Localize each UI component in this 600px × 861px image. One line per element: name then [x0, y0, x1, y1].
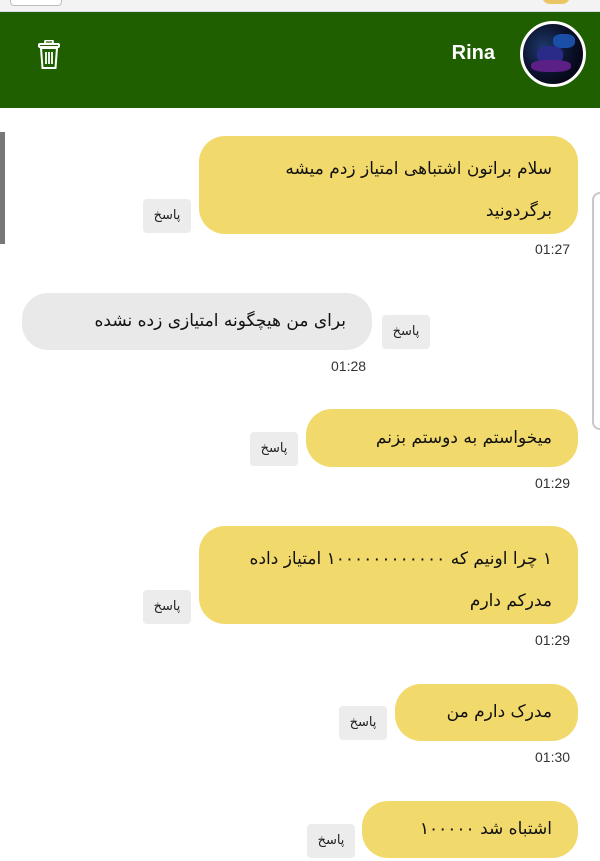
message-bubble[interactable]: اشتباه شد ۱۰۰۰۰۰ [362, 801, 578, 858]
message-time: 01:28 [331, 358, 367, 374]
message-bubble[interactable]: سلام براتون اشتباهی امتیاز زدم میشه برگر… [199, 136, 578, 234]
message-time: 01:29 [535, 475, 571, 491]
message-bubble[interactable]: ۱ چرا اونیم که ۱۰۰۰۰۰۰۰۰۰۰۰۰ امتیاز داده… [199, 526, 578, 624]
reply-button[interactable]: پاسخ [250, 432, 298, 466]
message-bubble[interactable]: میخواستم به دوستم بزنم [306, 409, 578, 467]
avatar[interactable] [520, 21, 586, 87]
reply-button[interactable]: پاسخ [143, 590, 191, 624]
scrollbar[interactable] [0, 132, 5, 244]
message-time: 01:30 [535, 749, 571, 765]
message-bubble[interactable]: برای من هیچگونه امتیازی زده نشده [22, 293, 372, 350]
message-bubble[interactable]: مدرک دارم من [395, 684, 578, 741]
contact-name[interactable]: Rina [452, 42, 495, 65]
side-panel-edge [592, 192, 600, 430]
top-logo-edge [542, 0, 570, 4]
chat-header: Rina [0, 12, 600, 108]
reply-button[interactable]: پاسخ [339, 706, 387, 740]
status-strip [0, 0, 600, 12]
trash-icon[interactable] [37, 39, 61, 70]
message-time: 01:27 [535, 241, 571, 257]
reply-button[interactable]: پاسخ [307, 824, 355, 858]
message-time: 01:29 [535, 632, 571, 648]
reply-button[interactable]: پاسخ [143, 199, 191, 233]
reply-button[interactable]: پاسخ [382, 315, 430, 349]
top-tab-edge [10, 0, 62, 6]
